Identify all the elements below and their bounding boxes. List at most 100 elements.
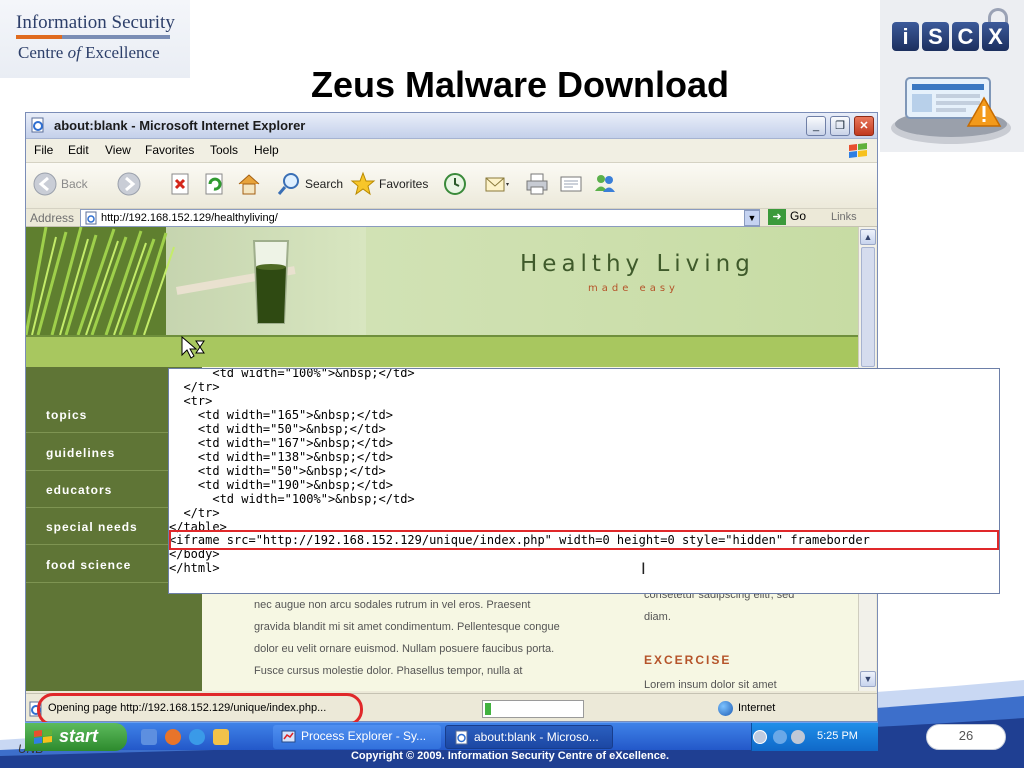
task-label: about:blank - Microso... xyxy=(474,730,599,744)
body-text-line: Fusce cursus molestie dolor. Phasellus t… xyxy=(254,665,523,677)
tray-security-icon[interactable] xyxy=(791,730,805,744)
sidebar-text-line: diam. xyxy=(644,611,671,623)
loading-progress xyxy=(482,700,584,718)
menu-view[interactable]: View xyxy=(105,143,131,157)
menu-edit[interactable]: Edit xyxy=(68,143,89,157)
loading-progress-fill xyxy=(485,703,491,715)
favorites-button[interactable]: Favorites xyxy=(350,171,428,201)
scroll-up-icon[interactable]: ▲ xyxy=(860,229,876,245)
site-tagline: made easy xyxy=(588,283,679,294)
source-line: <td width="138">&nbsp;</td> xyxy=(169,450,393,464)
messenger-people-icon xyxy=(595,175,615,192)
org-name-of: of xyxy=(67,43,81,62)
task-label: Process Explorer - Sy... xyxy=(301,729,427,743)
scroll-down-icon[interactable]: ▼ xyxy=(860,671,876,687)
scroll-thumb[interactable] xyxy=(861,247,875,367)
security-zone-label: Internet xyxy=(738,702,776,714)
body-text-line: gravida blandit mi sit amet condimentum.… xyxy=(254,621,560,633)
stop-button[interactable] xyxy=(168,171,194,201)
menu-help[interactable]: Help xyxy=(254,143,279,157)
start-button[interactable]: start xyxy=(25,723,127,751)
org-logo-bar xyxy=(16,35,170,39)
go-button[interactable]: ➜ Go xyxy=(768,209,806,225)
restore-button[interactable]: ❐ xyxy=(830,116,850,136)
back-button[interactable]: Back xyxy=(32,171,88,201)
iscx-logo-panel: i S C X xyxy=(880,0,1024,152)
body-text-line: nec augue non arcu sodales rutrum in vel… xyxy=(254,599,531,611)
refresh-button[interactable] xyxy=(202,171,228,201)
task-process-explorer[interactable]: Process Explorer - Sy... xyxy=(273,725,441,749)
body-text-line: dolor eu velit ornare euismod. Nullam po… xyxy=(254,643,555,655)
taskbar-clock: 5:25 PM xyxy=(817,730,858,742)
mail-button[interactable] xyxy=(484,171,510,201)
quicklaunch-ie-icon[interactable] xyxy=(189,729,205,745)
org-logo: Information Security Centre of Excellenc… xyxy=(0,0,190,78)
address-bar: Address http://192.168.152.129/healthyli… xyxy=(26,209,877,227)
history-icon xyxy=(444,173,466,195)
windows-flag-icon xyxy=(849,143,867,158)
quicklaunch-firefox-icon[interactable] xyxy=(165,729,181,745)
back-label: Back xyxy=(61,177,88,191)
slide-title: Zeus Malware Download xyxy=(310,64,730,105)
site-title: Healthy Living xyxy=(520,251,755,277)
standard-toolbar: Back Search Favorites xyxy=(26,163,877,209)
forward-button[interactable] xyxy=(116,171,142,201)
source-line: <td width="50">&nbsp;</td> xyxy=(169,422,386,436)
source-line: <td width="100%">&nbsp;</td> xyxy=(169,368,415,380)
header-band xyxy=(26,335,858,367)
source-line: </html> xyxy=(169,561,220,575)
menu-bar: File Edit View Favorites Tools Help xyxy=(26,139,877,163)
iscx-letter: X xyxy=(982,22,1009,51)
menu-tools[interactable]: Tools xyxy=(210,143,238,157)
address-input[interactable]: http://192.168.152.129/healthyliving/ xyxy=(80,209,760,227)
copyright-text: Copyright © 2009. Information Security C… xyxy=(350,750,670,762)
ie-page-icon xyxy=(455,730,468,745)
source-line: <tr> xyxy=(169,394,213,408)
history-button[interactable] xyxy=(442,171,468,201)
favorites-star-icon xyxy=(350,171,376,196)
iframe-highlight-box xyxy=(169,530,999,550)
text-cursor-icon: I xyxy=(641,559,646,578)
windows-flag-icon xyxy=(34,729,52,744)
source-line: <td width="100%">&nbsp;</td> xyxy=(169,492,415,506)
org-name-line2: Centre of Excellence xyxy=(18,43,160,63)
task-internet-explorer[interactable]: about:blank - Microso... xyxy=(445,725,613,749)
edit-button[interactable] xyxy=(558,171,584,201)
tray-expand-icon[interactable] xyxy=(753,730,767,744)
printer-icon xyxy=(526,173,548,195)
source-line: </tr> xyxy=(169,506,220,520)
stop-icon xyxy=(171,173,189,195)
security-warning-illustration xyxy=(891,77,1011,144)
address-label: Address xyxy=(30,211,75,225)
quicklaunch-folder-icon[interactable] xyxy=(213,729,229,745)
ie-page-icon xyxy=(31,117,44,133)
org-name-part: Centre xyxy=(18,43,68,62)
search-icon xyxy=(277,173,299,195)
iscx-letter: C xyxy=(952,22,979,51)
go-label: Go xyxy=(790,209,807,224)
wheatgrass-photo xyxy=(26,227,366,335)
exercise-heading: EXCERCISE xyxy=(644,653,732,667)
tray-network-icon[interactable] xyxy=(773,730,787,744)
quicklaunch-desktop-icon[interactable] xyxy=(141,729,157,745)
menu-favorites[interactable]: Favorites xyxy=(145,143,194,157)
source-line: <td width="190">&nbsp;</td> xyxy=(169,478,393,492)
messenger-button[interactable] xyxy=(592,171,618,201)
slide: Information Security Centre of Excellenc… xyxy=(0,0,1024,768)
system-tray xyxy=(751,723,878,751)
close-button[interactable]: ✕ xyxy=(854,116,874,136)
home-button[interactable] xyxy=(236,171,262,201)
source-line: <td width="167">&nbsp;</td> xyxy=(169,436,393,450)
slide-page-number: 26 xyxy=(926,724,1006,750)
minimize-button[interactable]: _ xyxy=(806,116,826,136)
print-button[interactable] xyxy=(524,171,550,201)
search-button[interactable]: Search xyxy=(276,171,343,201)
go-arrow-icon: ➜ xyxy=(768,209,786,225)
chevron-down-icon[interactable]: ▼ xyxy=(744,210,760,226)
menu-file[interactable]: File xyxy=(34,143,53,157)
links-button[interactable]: Links xyxy=(831,211,857,223)
window-titlebar[interactable]: about:blank - Microsoft Internet Explore… xyxy=(26,113,877,139)
favorites-label: Favorites xyxy=(379,177,429,191)
iscx-logo: i S C X xyxy=(892,8,1010,52)
internet-globe-icon xyxy=(718,701,733,716)
